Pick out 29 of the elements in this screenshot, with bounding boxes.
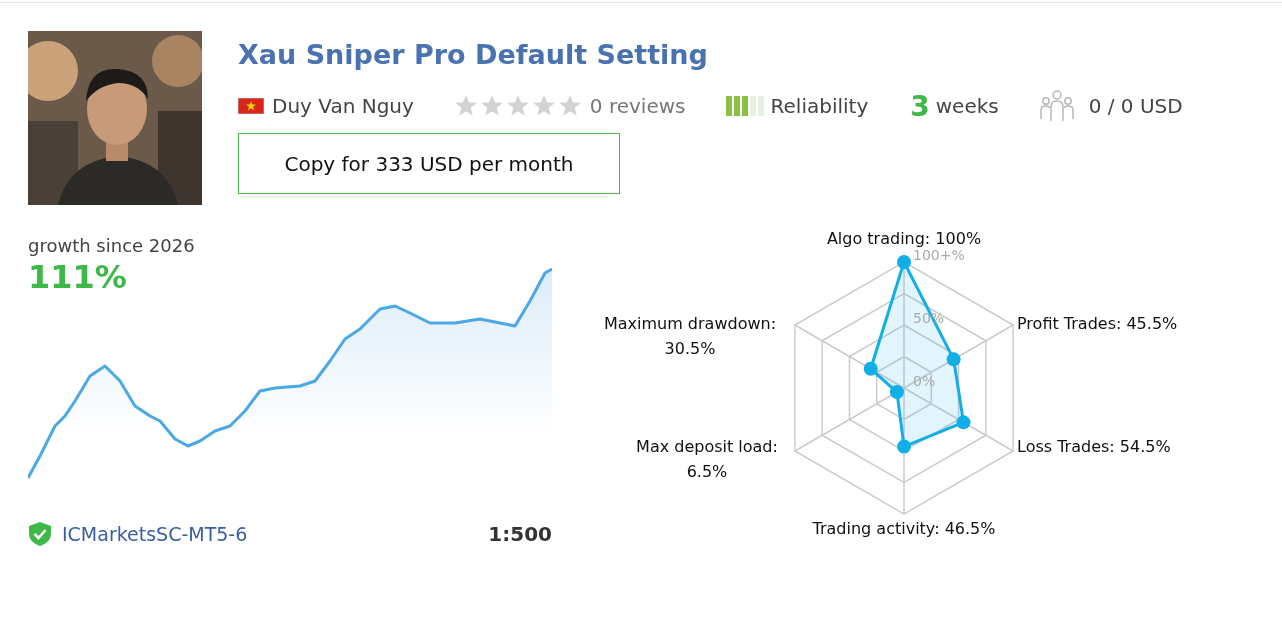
author-name[interactable]: Duy Van Nguy (272, 94, 414, 118)
reliability-label: Reliability (770, 94, 869, 118)
people-icon (1038, 89, 1075, 123)
axis-label: Max deposit load: 6.5% (636, 437, 778, 481)
axis-tick-label: 100+% (913, 247, 965, 263)
growth-label: growth since 2026 (28, 235, 196, 256)
reviews-count[interactable]: 0 reviews (589, 94, 686, 118)
axis-label: Trading activity: 46.5% (812, 519, 996, 538)
axis-label: Maximum drawdown: 30.5% (603, 314, 777, 358)
shield-check-icon (28, 521, 52, 547)
strategy-title[interactable]: Xau Sniper Pro Default Setting (238, 39, 1183, 81)
flag-icon (238, 98, 264, 114)
age-number: 3 (910, 89, 930, 123)
growth-value: 111% (28, 258, 128, 296)
broker-link[interactable]: ICMarketsSC-MT5-6 (62, 523, 489, 545)
subscribers-amount: 0 / 0 USD (1088, 94, 1183, 118)
axis-label: Profit Trades: 45.5% (1017, 314, 1178, 333)
age-unit: weeks (935, 94, 999, 118)
data-point (889, 385, 904, 400)
axis-label: Loss Trades: 54.5% (1017, 437, 1171, 456)
data-point (956, 415, 971, 430)
copy-button[interactable]: Copy for 333 USD per month (238, 133, 620, 194)
axis-label: Algo trading: 100% (826, 229, 982, 248)
data-point (897, 255, 911, 269)
data-point (863, 361, 878, 376)
data-point (946, 352, 961, 367)
axis-tick-label: 0% (913, 373, 936, 389)
leverage-value: 1:500 (488, 522, 552, 546)
data-point (897, 439, 911, 454)
